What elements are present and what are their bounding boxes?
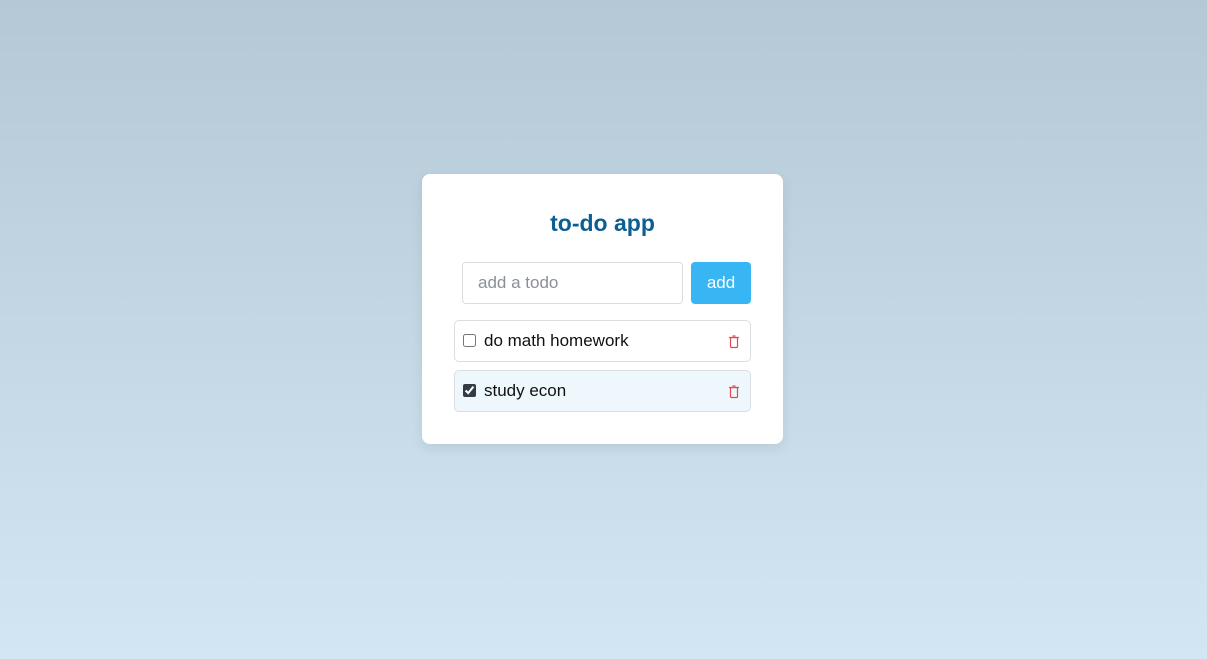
trash-icon	[728, 385, 740, 399]
todo-text: do math homework	[484, 331, 629, 350]
todo-input[interactable]	[462, 262, 683, 304]
trash-icon	[728, 335, 740, 349]
delete-button[interactable]	[728, 385, 740, 399]
delete-button[interactable]	[728, 335, 740, 349]
todo-text: study econ	[484, 381, 567, 400]
todo-list: do math homework study econ	[454, 320, 751, 420]
add-button[interactable]: add	[691, 262, 751, 304]
todo-item: do math homework	[454, 320, 751, 362]
todo-card: to-do app add do math homework study eco…	[422, 174, 783, 444]
todo-checkbox[interactable]	[463, 334, 476, 347]
todo-checkbox[interactable]	[463, 384, 476, 397]
todo-item: study econ	[454, 370, 751, 412]
app-title: to-do app	[550, 210, 655, 236]
